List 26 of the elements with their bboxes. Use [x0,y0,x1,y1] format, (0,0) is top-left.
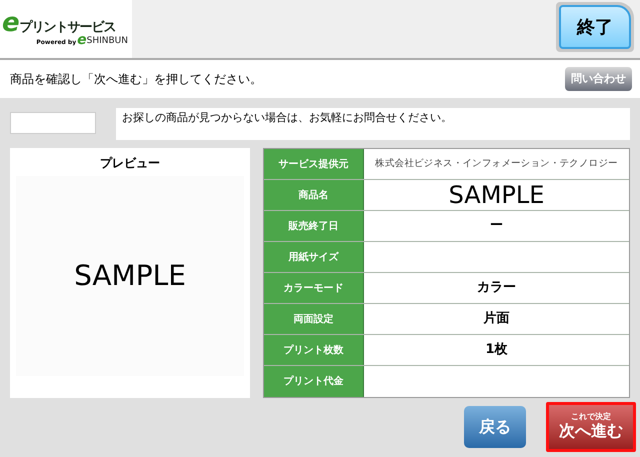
preview-title: プレビュー [100,155,160,172]
detail-label: 商品名 [264,180,364,210]
instruction-text: 商品を確認し「次へ進む」を押してください。 [10,71,262,88]
notice-text: お探しの商品が見つからない場合は、お気軽にお問合せください。 [116,108,630,140]
logo-title: プリントサービス [20,21,116,34]
brand-name: SHINBUN [86,37,128,46]
detail-value: 1枚 [484,341,509,360]
detail-label: プリント代金 [264,366,364,397]
back-button[interactable]: 戻る [464,406,526,448]
detail-label: 用紙サイズ [264,242,364,272]
detail-label: カラーモード [264,273,364,303]
detail-label: 両面設定 [264,304,364,334]
brand-mark: e [77,34,87,46]
detail-value: 株式会社ビジネス・インフォメーション・テクノロジー [374,156,619,171]
detail-value: 片面 [482,310,510,328]
preview-sample: SAMPLE [74,258,186,294]
logo-mark: e [2,12,20,34]
detail-label: 販売終了日 [264,211,364,241]
detail-value: カラー [476,279,517,298]
search-field[interactable] [10,112,96,134]
next-button[interactable]: これで決定 次へ進む [546,402,636,452]
detail-value: SAMPLE [448,180,546,210]
end-button[interactable]: 終了 [559,5,631,49]
detail-value: ー [489,217,504,236]
detail-label: プリント枚数 [264,335,364,365]
detail-label: サービス提供元 [264,149,364,179]
